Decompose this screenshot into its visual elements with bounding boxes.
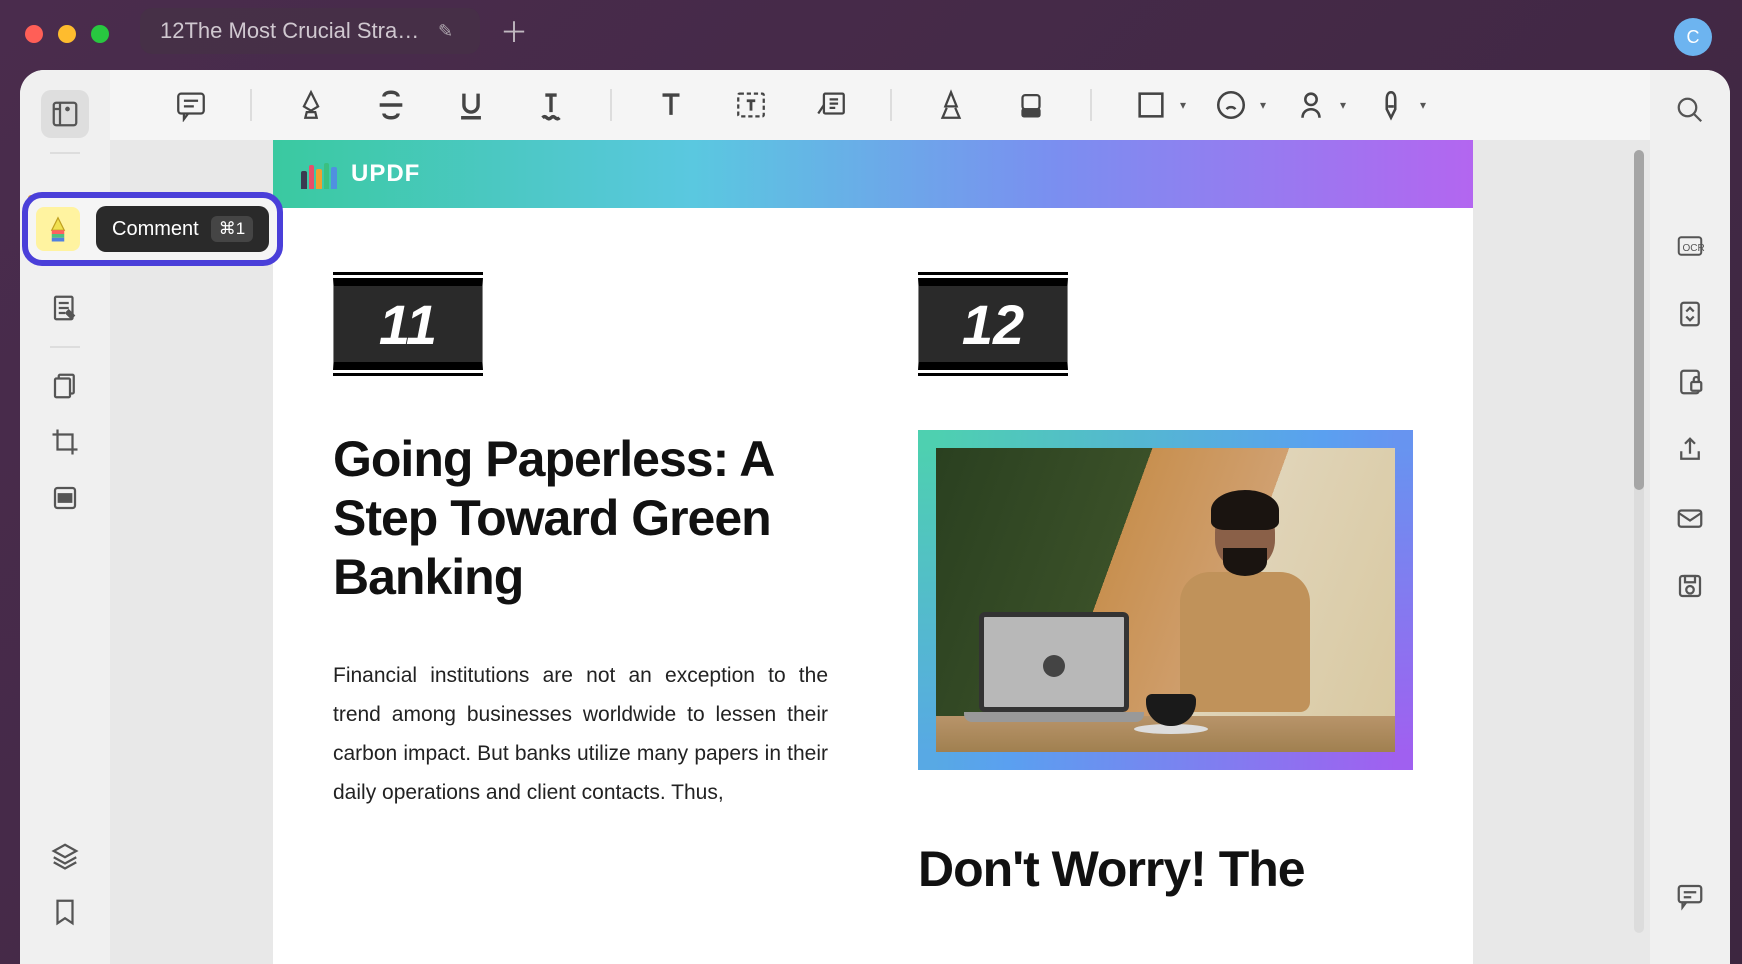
page-number-box: 12	[918, 278, 1068, 370]
toolbar-separator	[250, 89, 252, 121]
tab-title: 12The Most Crucial Strateg	[160, 18, 420, 44]
tabs-bar: 12The Most Crucial Strateg ✎ ＋	[140, 8, 528, 54]
text-callout-button[interactable]	[810, 84, 852, 126]
shape-dropdown[interactable]	[1130, 84, 1172, 126]
page-number-box: 11	[333, 278, 483, 370]
article-title: Don't Worry! The	[918, 840, 1413, 899]
redact-button[interactable]	[41, 474, 89, 522]
annotation-toolbar	[110, 70, 1650, 140]
page-number: 12	[962, 292, 1024, 357]
comment-panel-button[interactable]	[1670, 876, 1710, 916]
pencil-button[interactable]	[930, 84, 972, 126]
add-tab-button[interactable]: ＋	[500, 11, 528, 51]
squiggly-button[interactable]	[530, 84, 572, 126]
pages-button[interactable]	[41, 362, 89, 410]
user-initial: C	[1687, 27, 1700, 48]
strikethrough-button[interactable]	[370, 84, 412, 126]
document-tab[interactable]: 12The Most Crucial Strateg ✎	[140, 8, 480, 54]
sidebar-separator	[50, 346, 80, 348]
edit-mode-button[interactable]	[41, 284, 89, 332]
scrollbar-thumb[interactable]	[1634, 150, 1644, 490]
main-area: UPDF 11 Going Paperless: A Step Toward G…	[110, 70, 1650, 964]
brand-logo-icon	[301, 159, 337, 189]
user-avatar[interactable]: C	[1674, 18, 1712, 56]
right-sidebar: OCR	[1650, 70, 1730, 964]
left-column: 11 Going Paperless: A Step Toward Green …	[333, 278, 828, 949]
highlighter-button[interactable]	[290, 84, 332, 126]
toolbar-separator	[1090, 89, 1092, 121]
article-body: Financial institutions are not an except…	[333, 657, 828, 812]
sticky-note-button[interactable]	[170, 84, 212, 126]
search-button[interactable]	[1670, 90, 1710, 130]
document-page: UPDF 11 Going Paperless: A Step Toward G…	[273, 140, 1473, 964]
convert-button[interactable]	[1670, 294, 1710, 334]
mail-button[interactable]	[1670, 498, 1710, 538]
ocr-button[interactable]: OCR	[1670, 226, 1710, 266]
article-image	[918, 430, 1413, 770]
page-header-banner: UPDF	[273, 140, 1473, 208]
tooltip-label: Comment	[112, 218, 199, 241]
svg-text:OCR: OCR	[1683, 243, 1705, 254]
underline-button[interactable]	[450, 84, 492, 126]
brand-name: UPDF	[351, 160, 420, 188]
comment-tool-button[interactable]	[36, 207, 80, 251]
sidebar-separator	[50, 152, 80, 154]
comment-tool-highlight: Comment ⌘1	[22, 192, 283, 266]
eraser-button[interactable]	[1010, 84, 1052, 126]
scrollbar[interactable]	[1634, 150, 1644, 933]
article-title: Going Paperless: A Step Toward Green Ban…	[333, 430, 828, 607]
sticker-dropdown[interactable]	[1290, 84, 1332, 126]
bookmarks-button[interactable]	[41, 888, 89, 936]
window-controls	[25, 25, 109, 43]
layers-button[interactable]	[41, 832, 89, 880]
comment-tooltip: Comment ⌘1	[96, 206, 269, 252]
right-column: 12 Don't Worry! The	[918, 278, 1413, 949]
edit-tab-icon[interactable]: ✎	[438, 21, 453, 42]
share-button[interactable]	[1670, 430, 1710, 470]
stamp-dropdown[interactable]	[1210, 84, 1252, 126]
page-columns: 11 Going Paperless: A Step Toward Green …	[273, 208, 1473, 964]
maximize-window-button[interactable]	[91, 25, 109, 43]
reader-mode-button[interactable]	[41, 90, 89, 138]
close-window-button[interactable]	[25, 25, 43, 43]
document-viewport[interactable]: UPDF 11 Going Paperless: A Step Toward G…	[110, 140, 1650, 964]
text-button[interactable]	[650, 84, 692, 126]
protect-button[interactable]	[1670, 362, 1710, 402]
page-number: 11	[379, 292, 437, 357]
toolbar-separator	[890, 89, 892, 121]
tooltip-shortcut: ⌘1	[211, 216, 253, 242]
minimize-window-button[interactable]	[58, 25, 76, 43]
crop-button[interactable]	[41, 418, 89, 466]
save-button[interactable]	[1670, 566, 1710, 606]
text-box-button[interactable]	[730, 84, 772, 126]
toolbar-separator	[610, 89, 612, 121]
signature-dropdown[interactable]	[1370, 84, 1412, 126]
